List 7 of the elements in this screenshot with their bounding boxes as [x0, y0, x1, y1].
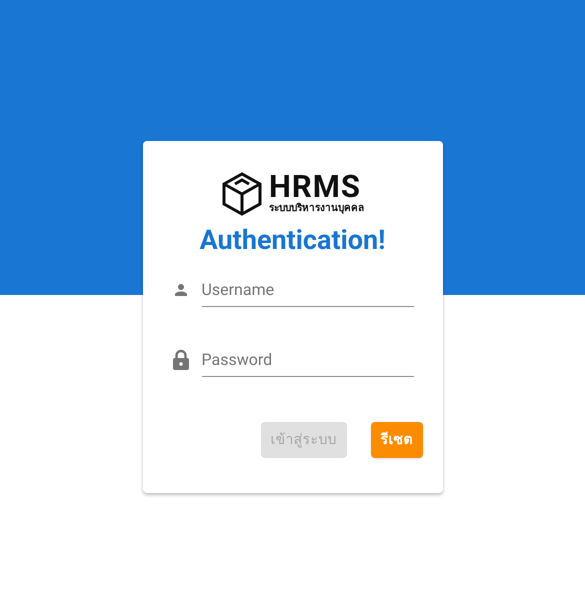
lock-icon — [172, 349, 190, 371]
heading: Authentication! — [200, 223, 386, 257]
reset-button[interactable]: รีเซต — [370, 422, 422, 458]
input-field[interactable]: Username — [202, 273, 414, 307]
input-field[interactable]: Password — [202, 343, 414, 377]
logo-tagline: ระบบบริหารงานบุคคล — [269, 203, 364, 215]
logo-wordmark: HRMS — [269, 171, 361, 203]
